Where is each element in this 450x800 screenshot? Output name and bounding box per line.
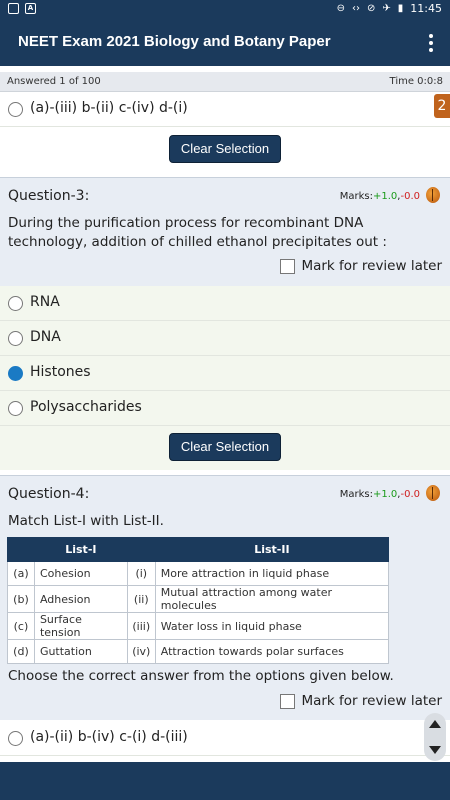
question-3-block: Question-3: Marks:+1.0,-0.0 During the p… [0, 177, 450, 286]
marks-info: Marks:+1.0,-0.0 [340, 191, 420, 202]
table-row: (b) Adhesion (ii) Mutual attraction amon… [7, 585, 390, 613]
option-label: (a)-(iii) b-(ii) c-(iv) d-(i) [30, 100, 188, 116]
a-square-icon: A [25, 3, 36, 14]
marks-negative: -0.0 [400, 489, 420, 500]
table-header: List-I [33, 537, 128, 562]
marks-positive: +1.0 [373, 489, 398, 500]
table-cell: (c) [7, 612, 35, 640]
status-left: A [8, 3, 36, 14]
question-text: During the purification process for reco… [8, 215, 387, 250]
minus-circle-icon: ⊖ [336, 3, 345, 14]
radio-button[interactable] [8, 401, 23, 416]
review-label: Mark for review later [301, 693, 442, 709]
option-label: DNA [30, 329, 61, 345]
table-row: (a) Cohesion (i) More attraction in liqu… [7, 561, 390, 586]
table-cell: (iv) [126, 639, 156, 664]
table-header: List-II [154, 537, 390, 562]
status-right: ⊖ ‹› ⊘ ✈ ▮ 11:45 [337, 2, 442, 15]
status-bar: A ⊖ ‹› ⊘ ✈ ▮ 11:45 [0, 0, 450, 20]
scroll-up-icon[interactable] [429, 720, 441, 728]
question-text: Match List-I with List-II. [8, 513, 164, 529]
radio-button[interactable] [8, 331, 23, 346]
table-cell: (i) [126, 561, 156, 586]
option-row[interactable]: Polysaccharides [0, 391, 450, 426]
option-row[interactable]: RNA [0, 286, 450, 321]
marks-negative: -0.0 [400, 191, 420, 202]
bug-report-icon[interactable] [426, 485, 440, 501]
airplane-icon: ✈ [382, 3, 391, 14]
table-cell: Cohesion [33, 561, 128, 586]
option-row[interactable]: Histones [0, 356, 450, 391]
prev-option-row[interactable]: (a)-(iii) b-(ii) c-(iv) d-(i) [0, 92, 450, 127]
radio-button[interactable] [8, 731, 23, 746]
table-cell: (ii) [126, 585, 156, 613]
option-label: Polysaccharides [30, 399, 142, 415]
option-label: RNA [30, 294, 60, 310]
table-cell: More attraction in liquid phase [154, 561, 390, 586]
table-cell: (iii) [126, 612, 156, 640]
table-cell: Attraction towards polar surfaces [154, 639, 390, 664]
notification-square-icon [8, 3, 19, 14]
radio-button[interactable] [8, 102, 23, 117]
clear-selection-button[interactable]: Clear Selection [169, 433, 281, 461]
table-header-row: List-I List-II [7, 537, 390, 562]
marks-label: Marks: [339, 489, 373, 500]
timer: Time 0:0:8 [389, 76, 443, 87]
review-checkbox[interactable] [280, 693, 296, 709]
question-title: Question-4: [8, 486, 90, 502]
table-cell: Water loss in liquid phase [154, 612, 390, 640]
table-cell: (b) [7, 585, 35, 613]
kebab-menu-icon[interactable] [428, 34, 434, 52]
bottom-bar [0, 762, 450, 800]
table-header [126, 537, 156, 562]
radio-button[interactable] [8, 296, 23, 311]
progress-bar: Answered 1 of 100 Time 0:0:8 [0, 72, 450, 92]
link-icon: ‹› [352, 3, 360, 14]
clear-selection-button[interactable]: Clear Selection [169, 135, 281, 163]
table-cell: Surface tension [33, 612, 128, 640]
question-title: Question-3: [8, 188, 90, 204]
option-row[interactable]: DNA [0, 321, 450, 356]
battery-icon: ▮ [397, 3, 404, 14]
scroll-down-icon[interactable] [429, 746, 441, 754]
scroll-control[interactable] [424, 713, 446, 761]
match-table: List-I List-II (a) Cohesion (i) More att… [7, 537, 390, 664]
table-cell: (a) [7, 561, 35, 586]
app-title: NEET Exam 2021 Biology and Botany Paper [18, 33, 331, 50]
table-row: (d) Guttation (iv) Attraction towards po… [7, 639, 390, 664]
table-header [7, 537, 35, 562]
mark-for-review[interactable]: Mark for review later [280, 258, 442, 274]
table-cell: Adhesion [33, 585, 128, 613]
review-checkbox[interactable] [280, 258, 296, 274]
radio-button-selected[interactable] [8, 366, 23, 381]
option-label: (a)-(ii) b-(iv) c-(i) d-(iii) [30, 729, 188, 745]
bug-report-icon[interactable] [426, 187, 440, 203]
marks-info: Marks:+1.0,-0.0 [340, 489, 420, 500]
answered-count: Answered 1 of 100 [7, 76, 101, 87]
page-badge[interactable]: 2 [434, 94, 450, 118]
instruction-text: Choose the correct answer from the optio… [8, 668, 394, 684]
marks-label: Marks: [339, 191, 373, 202]
question-3-options: RNA DNA Histones Polysaccharides Clear S… [0, 286, 450, 470]
table-cell: Mutual attraction among water molecules [154, 585, 390, 613]
table-row: (c) Surface tension (iii) Water loss in … [7, 612, 390, 640]
table-cell: Guttation [33, 639, 128, 664]
option-row[interactable]: (a)-(ii) b-(iv) c-(i) d-(iii) [0, 721, 450, 756]
table-cell: (d) [7, 639, 35, 664]
review-label: Mark for review later [301, 258, 442, 274]
status-time: 11:45 [410, 2, 442, 15]
mark-for-review[interactable]: Mark for review later [280, 693, 442, 709]
app-bar: NEET Exam 2021 Biology and Botany Paper [0, 20, 450, 66]
option-label: Histones [30, 364, 91, 380]
no-signal-icon: ⊘ [367, 3, 376, 14]
marks-positive: +1.0 [373, 191, 398, 202]
